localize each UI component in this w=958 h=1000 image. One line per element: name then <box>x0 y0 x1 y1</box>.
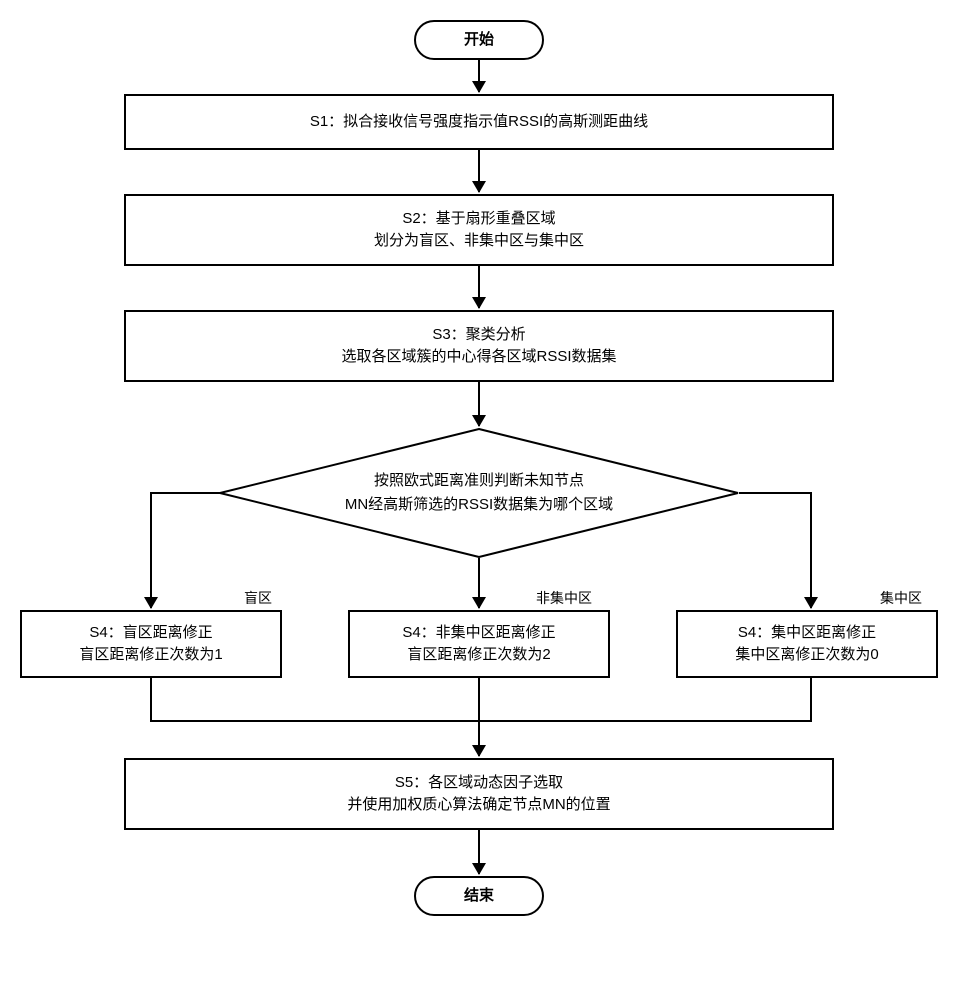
branch-label-conc: 集中区 <box>880 588 922 608</box>
arrow-diamond-center-v <box>478 558 480 608</box>
s4-blind-l1: S4：盲区距离修正 <box>89 622 212 645</box>
step-s3: S3：聚类分析 选取各区域簇的中心得各区域RSSI数据集 <box>124 310 834 382</box>
s4-conc-l1: S4：集中区距离修正 <box>738 622 876 645</box>
step-s1: S1：拟合接收信号强度指示值RSSI的高斯测距曲线 <box>124 94 834 150</box>
s3-line1: S3：聚类分析 <box>432 324 525 347</box>
step-s4-nonconc: S4：非集中区距离修正 盲区距离修正次数为2 <box>348 610 610 678</box>
arrow-start-s1 <box>478 60 480 92</box>
s3-line2: 选取各区域簇的中心得各区域RSSI数据集 <box>341 346 616 369</box>
merge-left-v <box>150 678 152 722</box>
decision-line1: 按照欧式距离准则判断未知节点 <box>271 469 687 493</box>
s1-text: S1：拟合接收信号强度指示值RSSI的高斯测距曲线 <box>310 111 648 134</box>
step-s4-blind: S4：盲区距离修正 盲区距离修正次数为1 <box>20 610 282 678</box>
s2-line1: S2：基于扇形重叠区域 <box>402 208 555 231</box>
branch-label-nonconc: 非集中区 <box>536 588 592 608</box>
s2-line2: 划分为盲区、非集中区与集中区 <box>374 230 584 253</box>
s4-nonconc-l2: 盲区距离修正次数为2 <box>407 644 550 667</box>
end-label: 结束 <box>464 885 494 908</box>
branch-label-blind: 盲区 <box>244 588 272 608</box>
s4-conc-l2: 集中区离修正次数为0 <box>735 644 878 667</box>
decision-diamond: 按照欧式距离准则判断未知节点 MN经高斯筛选的RSSI数据集为哪个区域 <box>219 428 739 558</box>
end-terminator: 结束 <box>414 876 544 916</box>
step-s5: S5：各区域动态因子选取 并使用加权质心算法确定节点MN的位置 <box>124 758 834 830</box>
merge-right-v <box>810 678 812 722</box>
line-diamond-right-h <box>739 492 812 494</box>
s4-blind-l2: 盲区距离修正次数为1 <box>79 644 222 667</box>
arrow-s1-s2 <box>478 150 480 192</box>
arrow-diamond-left-v <box>150 492 152 608</box>
start-terminator: 开始 <box>414 20 544 60</box>
arrow-s2-s3 <box>478 266 480 308</box>
decision-line2: MN经高斯筛选的RSSI数据集为哪个区域 <box>271 493 687 517</box>
s4-nonconc-l1: S4：非集中区距离修正 <box>402 622 555 645</box>
arrow-diamond-right-v <box>810 492 812 608</box>
decision-text: 按照欧式距离准则判断未知节点 MN经高斯筛选的RSSI数据集为哪个区域 <box>271 469 687 517</box>
arrow-s3-decision <box>478 382 480 426</box>
step-s4-conc: S4：集中区距离修正 集中区离修正次数为0 <box>676 610 938 678</box>
arrow-merge-to-s5 <box>478 678 480 756</box>
step-s2: S2：基于扇形重叠区域 划分为盲区、非集中区与集中区 <box>124 194 834 266</box>
merge-h <box>150 720 812 722</box>
s5-line1: S5：各区域动态因子选取 <box>395 772 563 795</box>
s5-line2: 并使用加权质心算法确定节点MN的位置 <box>347 794 610 817</box>
line-diamond-left-h <box>150 492 220 494</box>
arrow-s5-end <box>478 830 480 874</box>
start-label: 开始 <box>464 29 494 52</box>
